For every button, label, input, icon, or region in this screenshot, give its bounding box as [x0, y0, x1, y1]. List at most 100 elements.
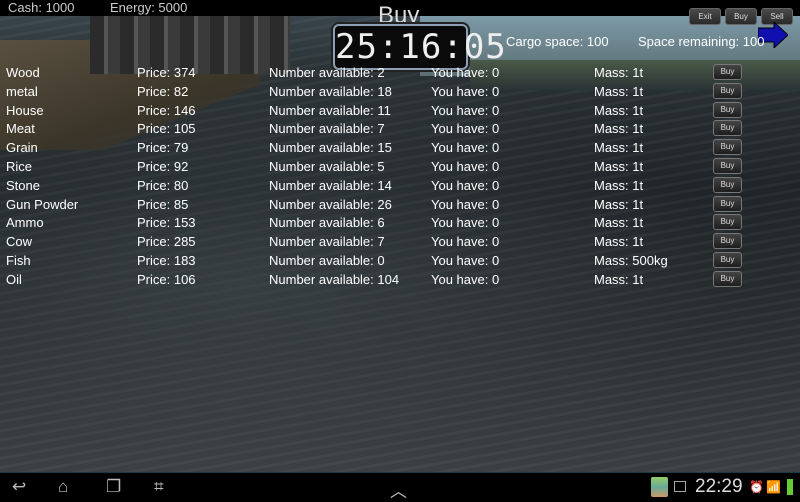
home-icon[interactable]: ⌂: [58, 477, 68, 497]
goods-available: Number available: 18: [269, 83, 392, 99]
goods-price: Price: 85: [137, 196, 189, 212]
goods-available: Number available: 26: [269, 196, 392, 212]
buy-item-button[interactable]: Buy: [713, 101, 742, 118]
goods-row-ammo: Ammo Price: 153 Number available: 6 You hav…: [0, 213, 800, 232]
goods-row-house: House Price: 146 Number available: 11 You h…: [0, 101, 800, 120]
goods-price: Price: 105: [137, 121, 196, 137]
buy-item-button[interactable]: Buy: [713, 64, 742, 80]
buy-item-button[interactable]: Buy: [713, 195, 742, 212]
energy-display: Energy: 5000: [110, 0, 188, 15]
goods-mass: Mass: 1t: [594, 140, 644, 156]
goods-mass: Mass: 1t: [594, 234, 644, 250]
buy-item-button[interactable]: Buy: [713, 214, 742, 231]
alarm-icon: ⏰: [749, 480, 764, 494]
goods-available: Number available: 7: [269, 121, 385, 137]
goods-have: You have: 0: [431, 158, 500, 174]
goods-mass: Mass: 1t: [594, 196, 644, 212]
goods-row-oil: Oil Price: 106 Number available: 104 You ha…: [0, 270, 800, 289]
buy-item-button[interactable]: Buy: [713, 176, 742, 193]
goods-name: Ammo: [6, 215, 44, 231]
buy-item-button[interactable]: Buy: [713, 233, 742, 250]
goods-name: Rice: [6, 158, 33, 174]
goods-mass: Mass: 1t: [594, 121, 644, 137]
goods-price: Price: 92: [137, 158, 189, 174]
goods-have: You have: 0: [431, 83, 500, 99]
goods-available: Number available: 0: [269, 252, 385, 268]
goods-have: You have: 0: [431, 252, 500, 268]
goods-have: You have: 0: [431, 177, 500, 193]
goods-row-wood: Wood Price: 374 Number available: 2 You hav…: [0, 63, 800, 82]
exit-button[interactable]: Exit: [689, 8, 721, 25]
goods-price: Price: 146: [137, 102, 196, 118]
goods-price: Price: 106: [137, 271, 196, 287]
buy-item-button[interactable]: Buy: [713, 251, 742, 268]
goods-price: Price: 153: [137, 215, 196, 231]
up-chevron-icon[interactable]: ︿: [390, 477, 407, 502]
goods-have: You have: 0: [431, 234, 500, 250]
goods-available: Number available: 104: [269, 271, 400, 287]
goods-available: Number available: 14: [269, 177, 392, 193]
goods-have: You have: 0: [431, 121, 500, 137]
back-icon[interactable]: ↩: [12, 477, 26, 497]
goods-name: Cow: [6, 234, 33, 250]
goods-name: House: [6, 102, 44, 118]
goods-price: Price: 374: [137, 65, 196, 80]
goods-have: You have: 0: [431, 215, 500, 231]
goods-row-cow: Cow Price: 285 Number available: 7 You have…: [0, 232, 800, 251]
goods-price: Price: 80: [137, 177, 189, 193]
goods-available: Number available: 6: [269, 215, 385, 231]
goods-row-metal: metal Price: 82 Number available: 18 You ha…: [0, 82, 800, 101]
goods-name: Wood: [6, 65, 40, 80]
goods-row-grain: Grain Price: 79 Number available: 15 You ha…: [0, 138, 800, 157]
goods-price: Price: 79: [137, 140, 189, 156]
goods-mass: Mass: 1t: [594, 158, 644, 174]
goods-mass: Mass: 1t: [594, 215, 644, 231]
buy-item-button[interactable]: Buy: [713, 82, 742, 99]
battery-icon: [787, 479, 793, 495]
goods-have: You have: 0: [431, 271, 500, 287]
goods-mass: Mass: 1t: [594, 102, 644, 118]
space-remaining: Space remaining: 100: [638, 34, 765, 49]
cash-display: Cash: 1000: [8, 0, 75, 15]
goods-name: Fish: [6, 252, 31, 268]
goods-row-rice: Rice Price: 92 Number available: 5 You have…: [0, 157, 800, 176]
goods-row-meat: Meat Price: 105 Number available: 7 You hav…: [0, 119, 800, 138]
goods-mass: Mass: 500kg: [594, 252, 668, 268]
goods-name: Grain: [6, 140, 38, 156]
goods-list: Wood Price: 374 Number available: 2 You hav…: [0, 63, 800, 289]
goods-row-stone: Stone Price: 80 Number available: 14 You ha…: [0, 176, 800, 195]
cargo-space: Cargo space: 100: [506, 34, 609, 49]
goods-price: Price: 183: [137, 252, 196, 268]
goods-have: You have: 0: [431, 102, 500, 118]
system-navigation-bar: ↩ ⌂ ❐ ⌗ ︿ 22:29 ⏰ 📶: [0, 472, 800, 502]
goods-mass: Mass: 1t: [594, 271, 644, 287]
goods-have: You have: 0: [431, 196, 500, 212]
screenshot-icon[interactable]: ⌗: [154, 477, 164, 497]
buy-item-button[interactable]: Buy: [713, 120, 742, 137]
goods-name: Gun Powder: [6, 196, 79, 212]
goods-mass: Mass: 1t: [594, 65, 644, 80]
goods-name: Meat: [6, 121, 35, 137]
goods-row-fish: Fish Price: 183 Number available: 0 You hav…: [0, 251, 800, 270]
image-icon: [674, 481, 686, 492]
goods-have: You have: 0: [431, 140, 500, 156]
buy-item-button[interactable]: Buy: [713, 157, 742, 174]
buy-item-button[interactable]: Buy: [713, 139, 742, 156]
goods-mass: Mass: 1t: [594, 83, 644, 99]
goods-price: Price: 285: [137, 234, 196, 250]
goods-name: metal: [6, 83, 38, 99]
goods-price: Price: 82: [137, 83, 189, 99]
goods-available: Number available: 5: [269, 158, 385, 174]
recent-apps-icon[interactable]: ❐: [106, 477, 121, 497]
goods-have: You have: 0: [431, 65, 500, 80]
buy-item-button[interactable]: Buy: [713, 270, 742, 287]
goods-available: Number available: 11: [269, 102, 391, 118]
goods-available: Number available: 7: [269, 234, 385, 250]
clock-time: 22:29: [695, 476, 743, 497]
goods-name: Stone: [6, 177, 40, 193]
buy-tab-button[interactable]: Buy: [725, 8, 757, 25]
goods-available: Number available: 15: [269, 140, 392, 156]
wifi-icon: 📶: [766, 480, 781, 494]
goods-available: Number available: 2: [269, 65, 385, 80]
app-notification-icon[interactable]: [651, 477, 668, 497]
